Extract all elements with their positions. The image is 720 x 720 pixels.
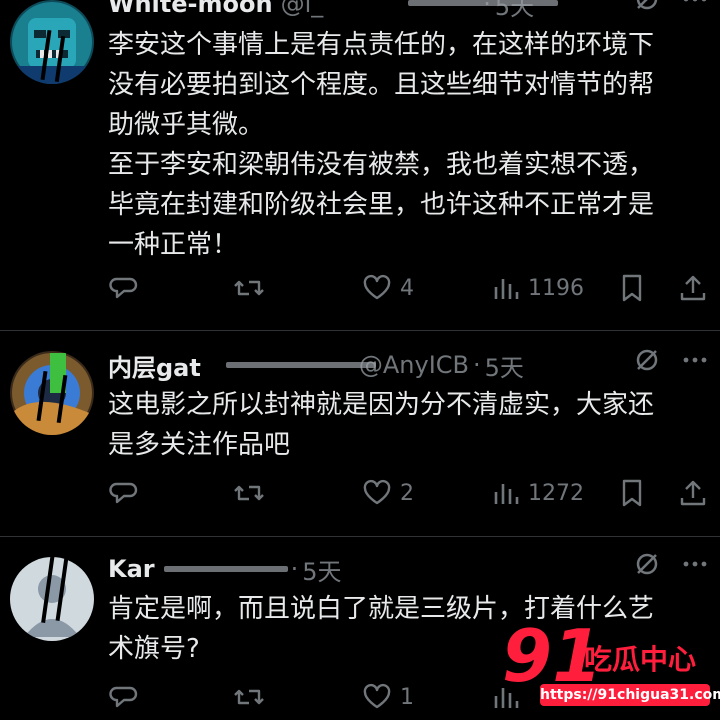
like-count: 4	[400, 275, 414, 301]
post-text-line: 至于李安和梁朝伟没有被禁，我也着实想不透，	[108, 150, 655, 180]
author-name[interactable]: White-moon	[108, 0, 273, 18]
post-text-line: 这电影之所以封神就是因为分不清虚实，大家还	[108, 390, 655, 420]
more-icon[interactable]	[682, 0, 708, 12]
post-header: White-moon @l_ · 5天	[108, 0, 708, 22]
author-handle[interactable]: @l_	[281, 0, 324, 18]
post-text-line: 助微乎其微。	[108, 110, 265, 140]
share-icon	[678, 478, 708, 508]
separator-dot: ·	[473, 351, 481, 379]
post-text: 李安这个事情上是有点责任的，在这样的环境下 没有必要拍到这个程度。且这些细节对情…	[108, 25, 708, 265]
like-count: 2	[400, 480, 414, 506]
separator-dot: ·	[290, 555, 299, 583]
watermark-label: 吃瓜中心	[584, 643, 697, 676]
post-header: 内层gat @AnyICB · 5天	[108, 347, 708, 383]
avatar[interactable]	[10, 351, 94, 435]
repost-button[interactable]	[233, 677, 273, 717]
views-count: 1272	[528, 480, 584, 506]
like-count: 1	[400, 684, 414, 710]
repost-button[interactable]	[233, 473, 273, 513]
bookmark-button[interactable]	[618, 473, 646, 513]
post-time[interactable]: 5天	[302, 552, 341, 587]
post-2[interactable]: 内层gat @AnyICB · 5天 这电影之所以封神就是因为分不清虚实，大家还…	[0, 331, 720, 536]
grok-icon[interactable]	[634, 551, 660, 577]
bookmark-button[interactable]	[618, 268, 646, 308]
like-button[interactable]: 1	[362, 677, 414, 717]
repost-icon	[233, 682, 265, 712]
share-icon	[678, 273, 708, 303]
action-bar: 2 1272	[108, 473, 708, 513]
reply-button[interactable]	[108, 677, 146, 717]
avatar[interactable]	[10, 0, 94, 84]
reply-button[interactable]	[108, 473, 146, 513]
reply-icon	[108, 273, 138, 303]
views-icon	[492, 478, 520, 508]
views-icon	[492, 273, 520, 303]
action-bar: 4 1196	[108, 268, 708, 308]
post-text-line: 毕竟在封建和阶级社会里，也许这种不正常才是	[108, 190, 655, 220]
repost-icon	[233, 478, 265, 508]
post-text-line: 一种正常！	[108, 230, 239, 260]
grok-icon[interactable]	[634, 347, 660, 373]
reply-icon	[108, 682, 138, 712]
like-icon	[362, 478, 392, 508]
share-button[interactable]	[678, 473, 708, 513]
post-1[interactable]: White-moon @l_ · 5天 李安这个事情上是有点责任的，在这样的环境…	[0, 0, 720, 330]
reply-button[interactable]	[108, 268, 146, 308]
views-button[interactable]: 1196	[492, 268, 584, 308]
post-header: Kar · 5天	[108, 551, 708, 587]
like-button[interactable]: 4	[362, 268, 414, 308]
post-text: 这电影之所以封神就是因为分不清虚实，大家还 是多关注作品吧	[108, 385, 708, 465]
site-watermark: 91 吃瓜中心 https://91chigua31.com	[502, 620, 720, 710]
like-icon	[362, 273, 392, 303]
watermark-url: https://91chigua31.com	[540, 684, 720, 706]
post-text-line: 没有必要拍到这个程度。且这些细节对情节的帮	[108, 70, 655, 100]
bookmark-icon	[618, 273, 646, 303]
reply-icon	[108, 478, 138, 508]
author-name[interactable]: Kar	[108, 555, 155, 583]
post-text-line: 是多关注作品吧	[108, 430, 291, 460]
post-time[interactable]: 5天	[485, 348, 524, 383]
grok-icon[interactable]	[634, 0, 660, 12]
more-icon[interactable]	[682, 347, 708, 373]
share-button[interactable]	[678, 268, 708, 308]
repost-icon	[233, 273, 265, 303]
post-text-line: 李安这个事情上是有点责任的，在这样的环境下	[108, 30, 655, 60]
repost-button[interactable]	[233, 268, 273, 308]
like-button[interactable]: 2	[362, 473, 414, 513]
author-name[interactable]: 内层gat	[108, 348, 201, 383]
more-icon[interactable]	[682, 551, 708, 577]
like-icon	[362, 682, 392, 712]
bookmark-icon	[618, 478, 646, 508]
views-count: 1196	[528, 275, 584, 301]
views-button[interactable]: 1272	[492, 473, 584, 513]
